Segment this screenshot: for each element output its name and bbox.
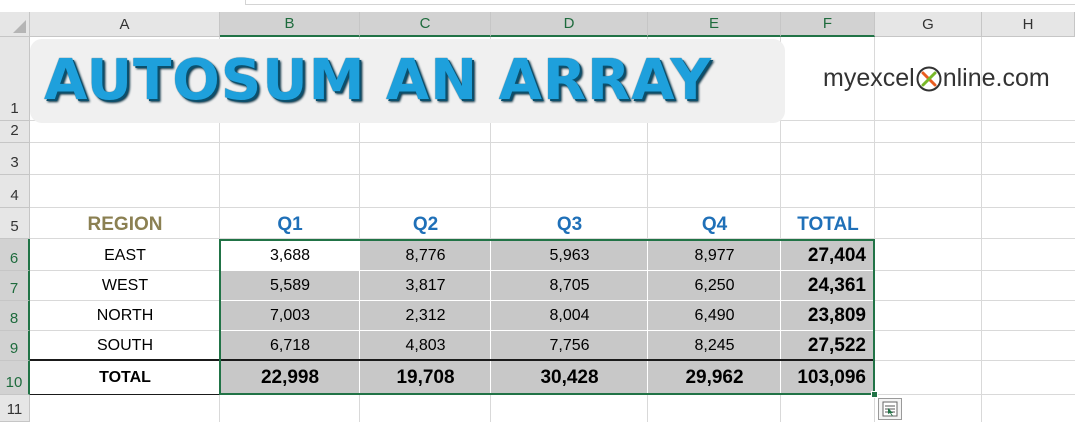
value-cell[interactable]: 8,776 xyxy=(360,240,491,271)
row-header-1[interactable]: 1 xyxy=(0,37,30,121)
header-total: TOTAL xyxy=(797,214,859,235)
value-cell[interactable]: 2,312 xyxy=(360,301,491,331)
quick-analysis-icon xyxy=(882,401,898,417)
value-cell[interactable]: 8,977 xyxy=(648,240,781,271)
row-header-4[interactable]: 4 xyxy=(0,175,30,208)
column-total-cell[interactable]: 19,708 xyxy=(360,361,491,395)
formula-bar-strip xyxy=(0,0,1075,12)
value-cell[interactable]: 4,803 xyxy=(360,331,491,361)
totals-label[interactable]: TOTAL xyxy=(30,361,220,395)
column-header-e[interactable]: E xyxy=(648,12,781,37)
column-header-b[interactable]: B xyxy=(220,12,360,37)
page-title: AUTOSUM AN ARRAY xyxy=(44,48,712,113)
value-cell[interactable]: 8,004 xyxy=(491,301,648,331)
column-total-cell[interactable]: 30,428 xyxy=(491,361,648,395)
column-header-c[interactable]: C xyxy=(360,12,491,37)
value-cell[interactable]: 6,718 xyxy=(220,331,360,361)
logo-prefix: myexcel xyxy=(823,64,915,92)
header-q3: Q3 xyxy=(556,214,583,235)
region-cell[interactable]: EAST xyxy=(30,240,220,271)
value-cell[interactable]: 5,963 xyxy=(491,240,648,271)
row-header-5[interactable]: 5 xyxy=(0,208,30,239)
row-header-2[interactable]: 2 xyxy=(0,121,30,143)
column-header-g[interactable]: G xyxy=(875,12,982,37)
grand-total-cell[interactable]: 103,096 xyxy=(781,361,875,395)
row-header-9[interactable]: 9 xyxy=(0,331,30,361)
select-all-triangle-icon xyxy=(13,20,26,33)
header-region: REGION xyxy=(87,214,163,235)
column-total-cell[interactable]: 29,962 xyxy=(648,361,781,395)
quick-analysis-button[interactable] xyxy=(878,398,902,420)
column-header-d[interactable]: D xyxy=(491,12,648,37)
region-cell[interactable]: NORTH xyxy=(30,301,220,331)
row-header-3[interactable]: 3 xyxy=(0,143,30,175)
value-cell[interactable]: 7,756 xyxy=(491,331,648,361)
row-header-10[interactable]: 10 xyxy=(0,361,30,395)
row-header-11[interactable]: 11 xyxy=(0,395,30,422)
column-header-f[interactable]: F xyxy=(781,12,875,37)
logo-x-icon xyxy=(916,66,942,91)
value-cell[interactable]: 6,490 xyxy=(648,301,781,331)
select-all-button[interactable] xyxy=(0,12,30,37)
row-header-8[interactable]: 8 xyxy=(0,301,30,331)
logo-suffix: nline.com xyxy=(942,64,1050,92)
value-cell[interactable]: 7,003 xyxy=(220,301,360,331)
region-cell[interactable]: WEST xyxy=(30,271,220,301)
fill-handle[interactable] xyxy=(871,391,878,398)
value-cell[interactable]: 8,705 xyxy=(491,271,648,301)
row-header-7[interactable]: 7 xyxy=(0,271,30,301)
row-header-6[interactable]: 6 xyxy=(0,239,30,271)
region-cell[interactable]: SOUTH xyxy=(30,331,220,361)
value-cell[interactable]: 8,245 xyxy=(648,331,781,361)
brand-logo: myexcel nline.com xyxy=(823,64,1050,93)
value-cell[interactable]: 3,688 xyxy=(220,240,360,271)
value-cell[interactable]: 6,250 xyxy=(648,271,781,301)
header-q1: Q1 xyxy=(277,214,303,235)
row-total-cell[interactable]: 27,522 xyxy=(781,331,875,361)
header-q4: Q4 xyxy=(701,214,728,235)
row-total-cell[interactable]: 24,361 xyxy=(781,271,875,301)
column-total-cell[interactable]: 22,998 xyxy=(220,361,360,395)
column-header-a[interactable]: A xyxy=(30,12,220,37)
row-total-cell[interactable]: 23,809 xyxy=(781,301,875,331)
header-q2: Q2 xyxy=(412,214,439,235)
formula-bar[interactable] xyxy=(245,0,1075,5)
value-cell[interactable]: 3,817 xyxy=(360,271,491,301)
value-cell[interactable]: 5,589 xyxy=(220,271,360,301)
row-total-cell[interactable]: 27,404 xyxy=(781,240,875,271)
column-header-h[interactable]: H xyxy=(982,12,1075,37)
